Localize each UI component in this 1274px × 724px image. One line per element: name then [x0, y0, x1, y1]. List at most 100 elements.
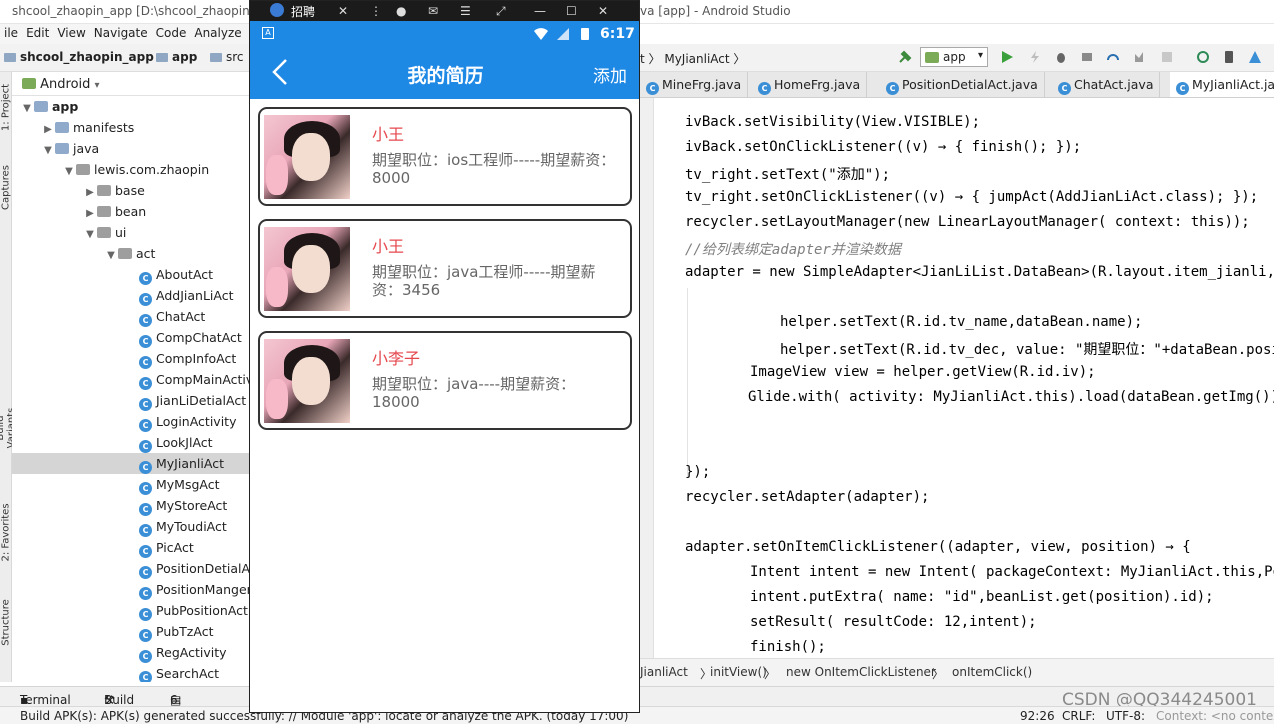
project-panel: Android ▾ ▼ app ▶ manifests ▼ java ▼ lewis.com.… [12, 72, 250, 682]
run-config-select[interactable]: app ▾ [920, 47, 988, 67]
tree-item[interactable]: ▼ act [12, 243, 250, 264]
account-icon[interactable]: ● [396, 4, 406, 18]
tree-item[interactable]: C CompChatAct [12, 327, 250, 348]
tree-item[interactable]: ▼ java [12, 138, 250, 159]
folder-icon [4, 53, 16, 62]
editor-tab[interactable]: C ChatAct.java [1052, 72, 1161, 97]
tree-item[interactable]: ▼ lewis.com.zhaopin [12, 159, 250, 180]
sdk-manager-icon[interactable] [1248, 50, 1262, 64]
editor-tab[interactable]: CMyJianliAct.java [1170, 72, 1274, 97]
crumb-class[interactable]: JianliAct [640, 665, 688, 679]
menu-view[interactable]: View [53, 24, 89, 42]
tree-item[interactable]: C LoginActivity [12, 411, 250, 432]
hammer-icon[interactable] [898, 50, 912, 64]
caret-position[interactable]: 92:26 [1020, 709, 1055, 723]
more-icon[interactable]: ⋮ [370, 4, 382, 18]
class-icon: C [139, 335, 152, 348]
blossom-shape [266, 155, 288, 195]
editor-tab[interactable]: C PositionDetialAct.java [880, 72, 1045, 97]
tree-item[interactable]: C LookJlAct [12, 432, 250, 453]
project-view-selector[interactable]: Android ▾ [12, 72, 250, 96]
profile-icon[interactable] [1106, 50, 1120, 64]
resume-card[interactable]: 小王 期望职位：java工程师-----期望薪资：3456 [258, 219, 632, 318]
apply-changes-icon[interactable] [1028, 50, 1042, 64]
tree-item[interactable]: C MyMsgAct [12, 474, 250, 495]
chevron-right-icon[interactable]: ▶ [41, 119, 55, 140]
tree-item[interactable]: C RegActivity [12, 642, 250, 663]
nav-crumb-app[interactable]: app [156, 50, 197, 64]
chevron-down-icon[interactable]: ▼ [20, 98, 34, 119]
tree-item[interactable]: C ChatAct [12, 306, 250, 327]
coverage-icon[interactable] [1132, 50, 1146, 64]
tree-item[interactable]: C CompMainActivit [12, 369, 250, 390]
tree-item[interactable]: ▼ app [12, 96, 250, 117]
nav-crumb-class[interactable]: t 〉 MyJianliAct 〉 [640, 50, 745, 67]
code-editor[interactable]: ivBack.setVisibility(View.VISIBLE); ivBac… [640, 98, 1274, 658]
file-encoding[interactable]: UTF-8: [1106, 709, 1146, 723]
line-separator[interactable]: CRLF: [1062, 709, 1096, 723]
stripe-favorites[interactable]: 2: Favorites [1, 501, 12, 565]
mail-icon[interactable]: ✉ [428, 4, 438, 18]
menu-file[interactable]: ile [0, 24, 22, 42]
stripe-project[interactable]: 1: Project [1, 76, 12, 140]
tree-item[interactable]: C JianLiDetialAct [12, 390, 250, 411]
attach-debugger-icon[interactable] [1080, 50, 1094, 64]
tree-item[interactable]: C AboutAct [12, 264, 250, 285]
editor-tab[interactable]: C HomeFrg.java [752, 72, 868, 97]
editor-tabs: C MineFrg.java C HomeFrg.java C PositionDetia… [640, 72, 1274, 98]
stop-icon[interactable] [1160, 50, 1174, 64]
sync-icon[interactable] [1196, 50, 1210, 64]
tree-item[interactable]: ▶ bean [12, 201, 250, 222]
class-icon: C [139, 272, 152, 285]
menu-icon[interactable]: ☰ [460, 4, 471, 18]
tree-item[interactable]: ▶ base [12, 180, 250, 201]
nav-crumb-src[interactable]: src [210, 50, 244, 64]
tree-item[interactable]: C PositionDetialAct [12, 558, 250, 579]
chevron-right-icon[interactable]: ▶ [83, 203, 97, 224]
run-icon[interactable] [1000, 50, 1014, 64]
resume-card[interactable]: 小王 期望职位：ios工程师-----期望薪资：8000 [258, 107, 632, 206]
editor-tab[interactable]: C MineFrg.java [640, 72, 749, 97]
menu-edit[interactable]: Edit [22, 24, 53, 42]
chevron-down-icon[interactable]: ▼ [62, 161, 76, 182]
menu-code[interactable]: Code [152, 24, 191, 42]
maximize-icon[interactable]: ☐ [566, 4, 577, 18]
crumb-anon-class[interactable]: new OnItemClickListener [786, 665, 936, 679]
tree-item[interactable]: C CompInfoAct [12, 348, 250, 369]
chevron-down-icon[interactable]: ▼ [41, 140, 55, 161]
chevron-down-icon[interactable]: ▼ [83, 224, 97, 245]
tree-item-label: ui [115, 225, 127, 240]
tree-item[interactable]: ▼ ui [12, 222, 250, 243]
tree-item-label: manifests [73, 120, 135, 135]
add-resume-button[interactable]: 添加 [593, 62, 627, 87]
window-close-icon[interactable]: ✕ [598, 4, 608, 18]
tree-item[interactable]: C PubPositionAct [12, 600, 250, 621]
stripe-captures[interactable]: Captures [1, 156, 12, 220]
chevron-right-icon[interactable]: ▶ [83, 182, 97, 203]
folder-icon [76, 164, 90, 175]
menu-navigate[interactable]: Navigate [90, 24, 152, 42]
close-icon[interactable]: ✕ [338, 4, 348, 18]
tool-window-stripe: 1: Project Captures Build Variants 2: Fa… [0, 72, 17, 682]
tree-item[interactable]: C SearchAct [12, 663, 250, 682]
crumb-callback[interactable]: onItemClick() [952, 665, 1032, 679]
emulator-title-bar: 招聘 ✕ ⋮ ● ✉ ☰ ⤢ — ☐ ✕ [250, 1, 639, 21]
debug-icon[interactable] [1054, 50, 1068, 64]
tree-item[interactable]: C AddJianLiAct [12, 285, 250, 306]
tree-item[interactable]: C MyJianliAct [12, 453, 250, 474]
nav-crumb-project[interactable]: shcool_zhaopin_app [4, 50, 154, 64]
tree-item[interactable]: C MyStoreAct [12, 495, 250, 516]
menu-analyze[interactable]: Analyze [190, 24, 245, 42]
tree-item[interactable]: C PositionMangerA [12, 579, 250, 600]
crumb-method[interactable]: initView() [710, 665, 767, 679]
stripe-structure[interactable]: Structure [1, 591, 12, 655]
tree-item[interactable]: ▶ manifests [12, 117, 250, 138]
tree-item[interactable]: C MyToudiAct [12, 516, 250, 537]
chevron-down-icon[interactable]: ▼ [104, 245, 118, 266]
tree-item[interactable]: C PicAct [12, 537, 250, 558]
avd-manager-icon[interactable] [1222, 50, 1236, 64]
minimize-icon[interactable]: — [534, 4, 546, 18]
resume-card[interactable]: 小李子 期望职位：java----期望薪资：18000 [258, 331, 632, 430]
expand-icon[interactable]: ⤢ [496, 4, 506, 19]
tree-item[interactable]: C PubTzAct [12, 621, 250, 642]
